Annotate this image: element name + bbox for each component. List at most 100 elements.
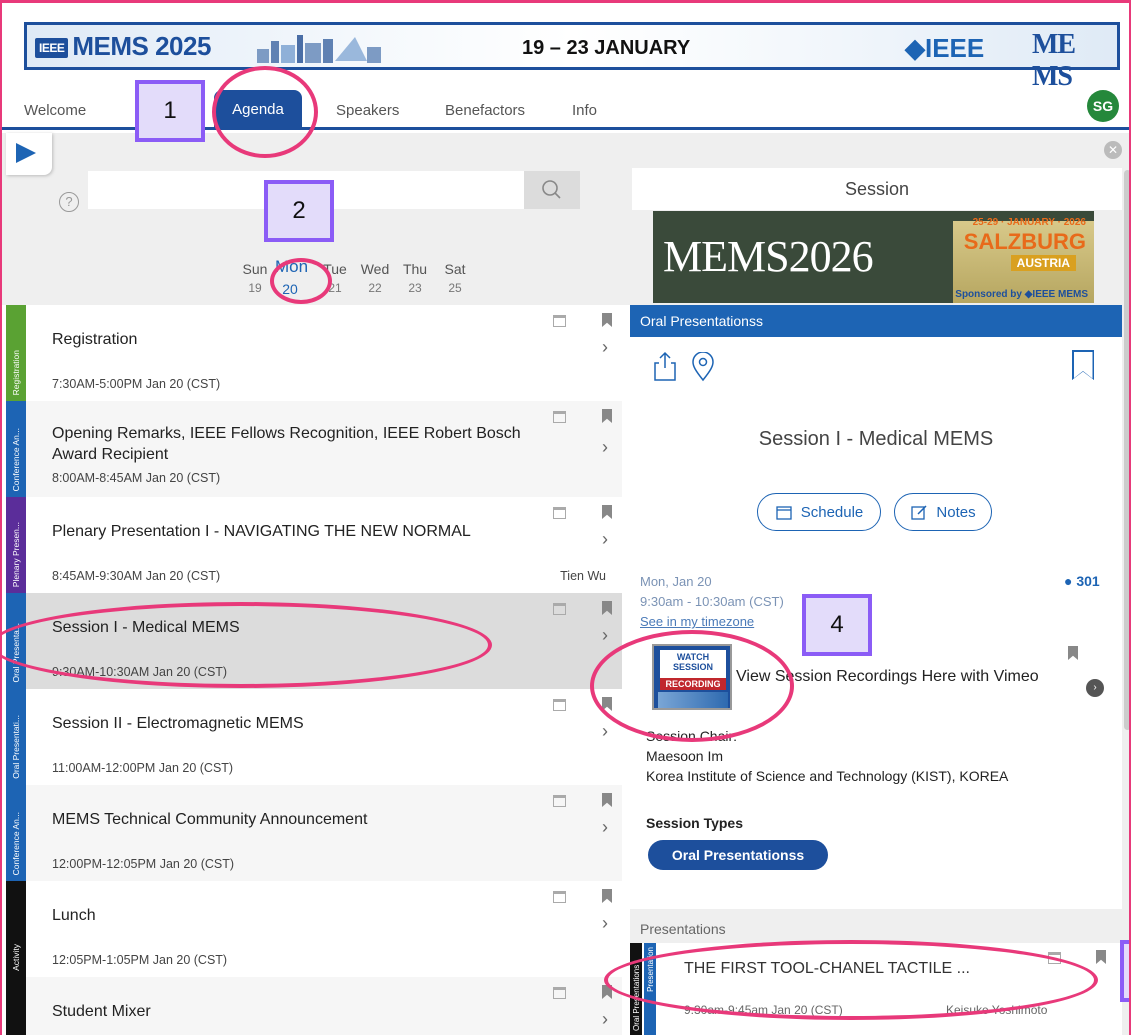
session-title[interactable]: Student Mixer — [52, 1001, 522, 1022]
chevron-right-icon[interactable]: › — [602, 437, 608, 458]
day-name: Sun — [242, 261, 268, 277]
day-sat[interactable]: Sat 25 — [440, 261, 470, 295]
logo-text: MEMS 2025 — [72, 31, 211, 61]
session-types-label: Session Types — [646, 815, 744, 831]
bookmark-icon[interactable] — [602, 313, 612, 327]
promo-sponsor: Sponsored by ◆IEEE MEMS — [955, 289, 1088, 300]
add-to-calendar-icon[interactable] — [553, 699, 566, 711]
room-location[interactable]: ● 301 — [1064, 573, 1100, 589]
annotation-box-2: 2 — [264, 180, 334, 242]
search-button[interactable] — [524, 171, 580, 209]
day-date: 22 — [368, 281, 382, 295]
chevron-right-icon[interactable]: › — [602, 1009, 608, 1030]
ieee-badge: IEEE — [35, 38, 69, 59]
session-row[interactable]: Conference An... Opening Remarks, IEEE Fe… — [6, 401, 622, 497]
session-time: 12:05PM-1:05PM Jan 20 (CST) — [52, 953, 228, 967]
bookmark-icon[interactable] — [602, 505, 612, 519]
detail-scrollbar[interactable] — [1124, 170, 1129, 730]
close-icon[interactable]: ✕ — [1104, 141, 1122, 159]
conference-banner: IEEE MEMS 2025 19 – 23 JANUARY ◆IEEE ME M… — [24, 22, 1120, 92]
chevron-right-icon[interactable]: › — [1086, 679, 1104, 697]
session-row[interactable]: Plenary Presen... Plenary Presentation I … — [6, 497, 622, 593]
bookmark-icon[interactable] — [602, 601, 612, 615]
session-title[interactable]: Plenary Presentation I - NAVIGATING THE … — [52, 521, 522, 542]
help-icon[interactable]: ? — [59, 192, 79, 212]
share-icon[interactable] — [652, 350, 678, 382]
session-title[interactable]: Registration — [52, 329, 522, 350]
session-type-badge[interactable]: Oral Presentationss — [648, 840, 828, 870]
promo-title: MEMS2026 — [663, 232, 874, 281]
day-date: 23 — [408, 281, 422, 295]
nav-welcome[interactable]: Welcome — [24, 102, 86, 119]
session-row[interactable]: Conference An... MEMS Technical Community… — [6, 785, 622, 881]
chevron-right-icon[interactable]: › — [602, 913, 608, 934]
nav-info[interactable]: Info — [572, 102, 597, 119]
session-time: 8:00AM-8:45AM Jan 20 (CST) — [52, 471, 221, 485]
add-to-calendar-icon[interactable] — [553, 891, 566, 903]
mems2025-logo: IEEE MEMS 2025 — [35, 31, 211, 62]
add-to-calendar-icon[interactable] — [553, 987, 566, 999]
day-name: Sat — [444, 261, 466, 277]
chevron-right-icon[interactable]: › — [602, 529, 608, 550]
mems-logo: ME MS — [1032, 29, 1076, 92]
schedule-button[interactable]: Schedule — [757, 493, 881, 531]
session-time: 11:00AM-12:00PM Jan 20 (CST) — [52, 761, 234, 775]
session-row[interactable]: Activity Lunch 12:05PM-1:05PM Jan 20 (CST)… — [6, 881, 622, 977]
timezone-link[interactable]: See in my timezone — [640, 612, 784, 632]
highlight-presentation — [604, 940, 1098, 1020]
add-to-calendar-icon[interactable] — [553, 603, 566, 615]
bookmark-icon[interactable] — [602, 793, 612, 807]
promo-country: AUSTRIA — [1010, 255, 1076, 271]
promo-city: SALZBURG — [963, 229, 1086, 254]
session-type-bar: Oral Presentationss — [630, 305, 1122, 337]
session-row[interactable]: Registration Registration 7:30AM-5:00PM Ja… — [6, 305, 622, 401]
add-to-calendar-icon[interactable] — [553, 315, 566, 327]
schedule-label: Schedule — [800, 503, 864, 521]
category-label: Registration — [11, 349, 21, 395]
nav-speakers[interactable]: Speakers — [336, 102, 399, 119]
top-border — [2, 0, 1129, 3]
annotation-box-partial — [1120, 940, 1129, 1002]
session-title[interactable]: MEMS Technical Community Announcement — [52, 809, 522, 830]
session-time: 7:30AM-5:00PM Jan 20 (CST) — [52, 377, 221, 391]
chevron-right-icon[interactable]: › — [602, 721, 608, 742]
session-date: Mon, Jan 20 — [640, 574, 712, 589]
chevron-right-icon[interactable]: › — [602, 337, 608, 358]
session-row[interactable]: Oral Presentati... Session II - Electroma… — [6, 689, 622, 785]
session-row[interactable]: Activity Student Mixer › — [6, 977, 622, 1035]
chair-name[interactable]: Maesoon Im — [646, 746, 1008, 766]
highlight-agenda-tab — [212, 66, 318, 158]
bookmark-icon[interactable] — [602, 889, 612, 903]
notes-button[interactable]: Notes — [894, 493, 992, 531]
skyline-illustration — [257, 35, 381, 63]
session-speaker: Tien Wu — [560, 569, 606, 583]
session-datetime: Mon, Jan 20 9:30am - 10:30am (CST) See i… — [640, 572, 784, 632]
bookmark-icon[interactable] — [602, 409, 612, 423]
session-title[interactable]: Session II - Electromagnetic MEMS — [52, 713, 522, 734]
day-wed[interactable]: Wed 22 — [360, 261, 390, 295]
chevron-right-icon[interactable]: › — [602, 625, 608, 646]
session-title[interactable]: Opening Remarks, IEEE Fellows Recognitio… — [52, 423, 522, 465]
day-sun[interactable]: Sun 19 — [240, 261, 270, 295]
mems2026-promo-banner[interactable]: MEMS2026 25-29 · JANUARY · 2026 SALZBURG… — [653, 211, 1094, 303]
session-title[interactable]: Lunch — [52, 905, 522, 926]
play-arrow-icon — [16, 143, 36, 163]
highlight-recording — [590, 630, 794, 742]
day-name: Wed — [360, 261, 390, 277]
session-time: 8:45AM-9:30AM Jan 20 (CST) — [52, 569, 221, 583]
app-window: IEEE MEMS 2025 19 – 23 JANUARY ◆IEEE ME M… — [0, 0, 1131, 1035]
expand-panel-button[interactable] — [6, 133, 52, 175]
category-strip: Plenary Presen... — [6, 497, 26, 593]
promo-dates: 25-29 · JANUARY · 2026 — [972, 217, 1086, 228]
session-time: 12:00PM-12:05PM Jan 20 (CST) — [52, 857, 235, 871]
add-to-calendar-icon[interactable] — [553, 507, 566, 519]
category-label: Conference An... — [11, 427, 21, 491]
day-thu[interactable]: Thu 23 — [400, 261, 430, 295]
chevron-right-icon[interactable]: › — [602, 817, 608, 838]
category-label: Activity — [11, 944, 21, 971]
add-to-calendar-icon[interactable] — [553, 411, 566, 423]
avatar[interactable]: SG — [1087, 90, 1119, 122]
location-pin-icon[interactable] — [690, 352, 716, 382]
add-to-calendar-icon[interactable] — [553, 795, 566, 807]
nav-benefactors[interactable]: Benefactors — [445, 102, 525, 119]
